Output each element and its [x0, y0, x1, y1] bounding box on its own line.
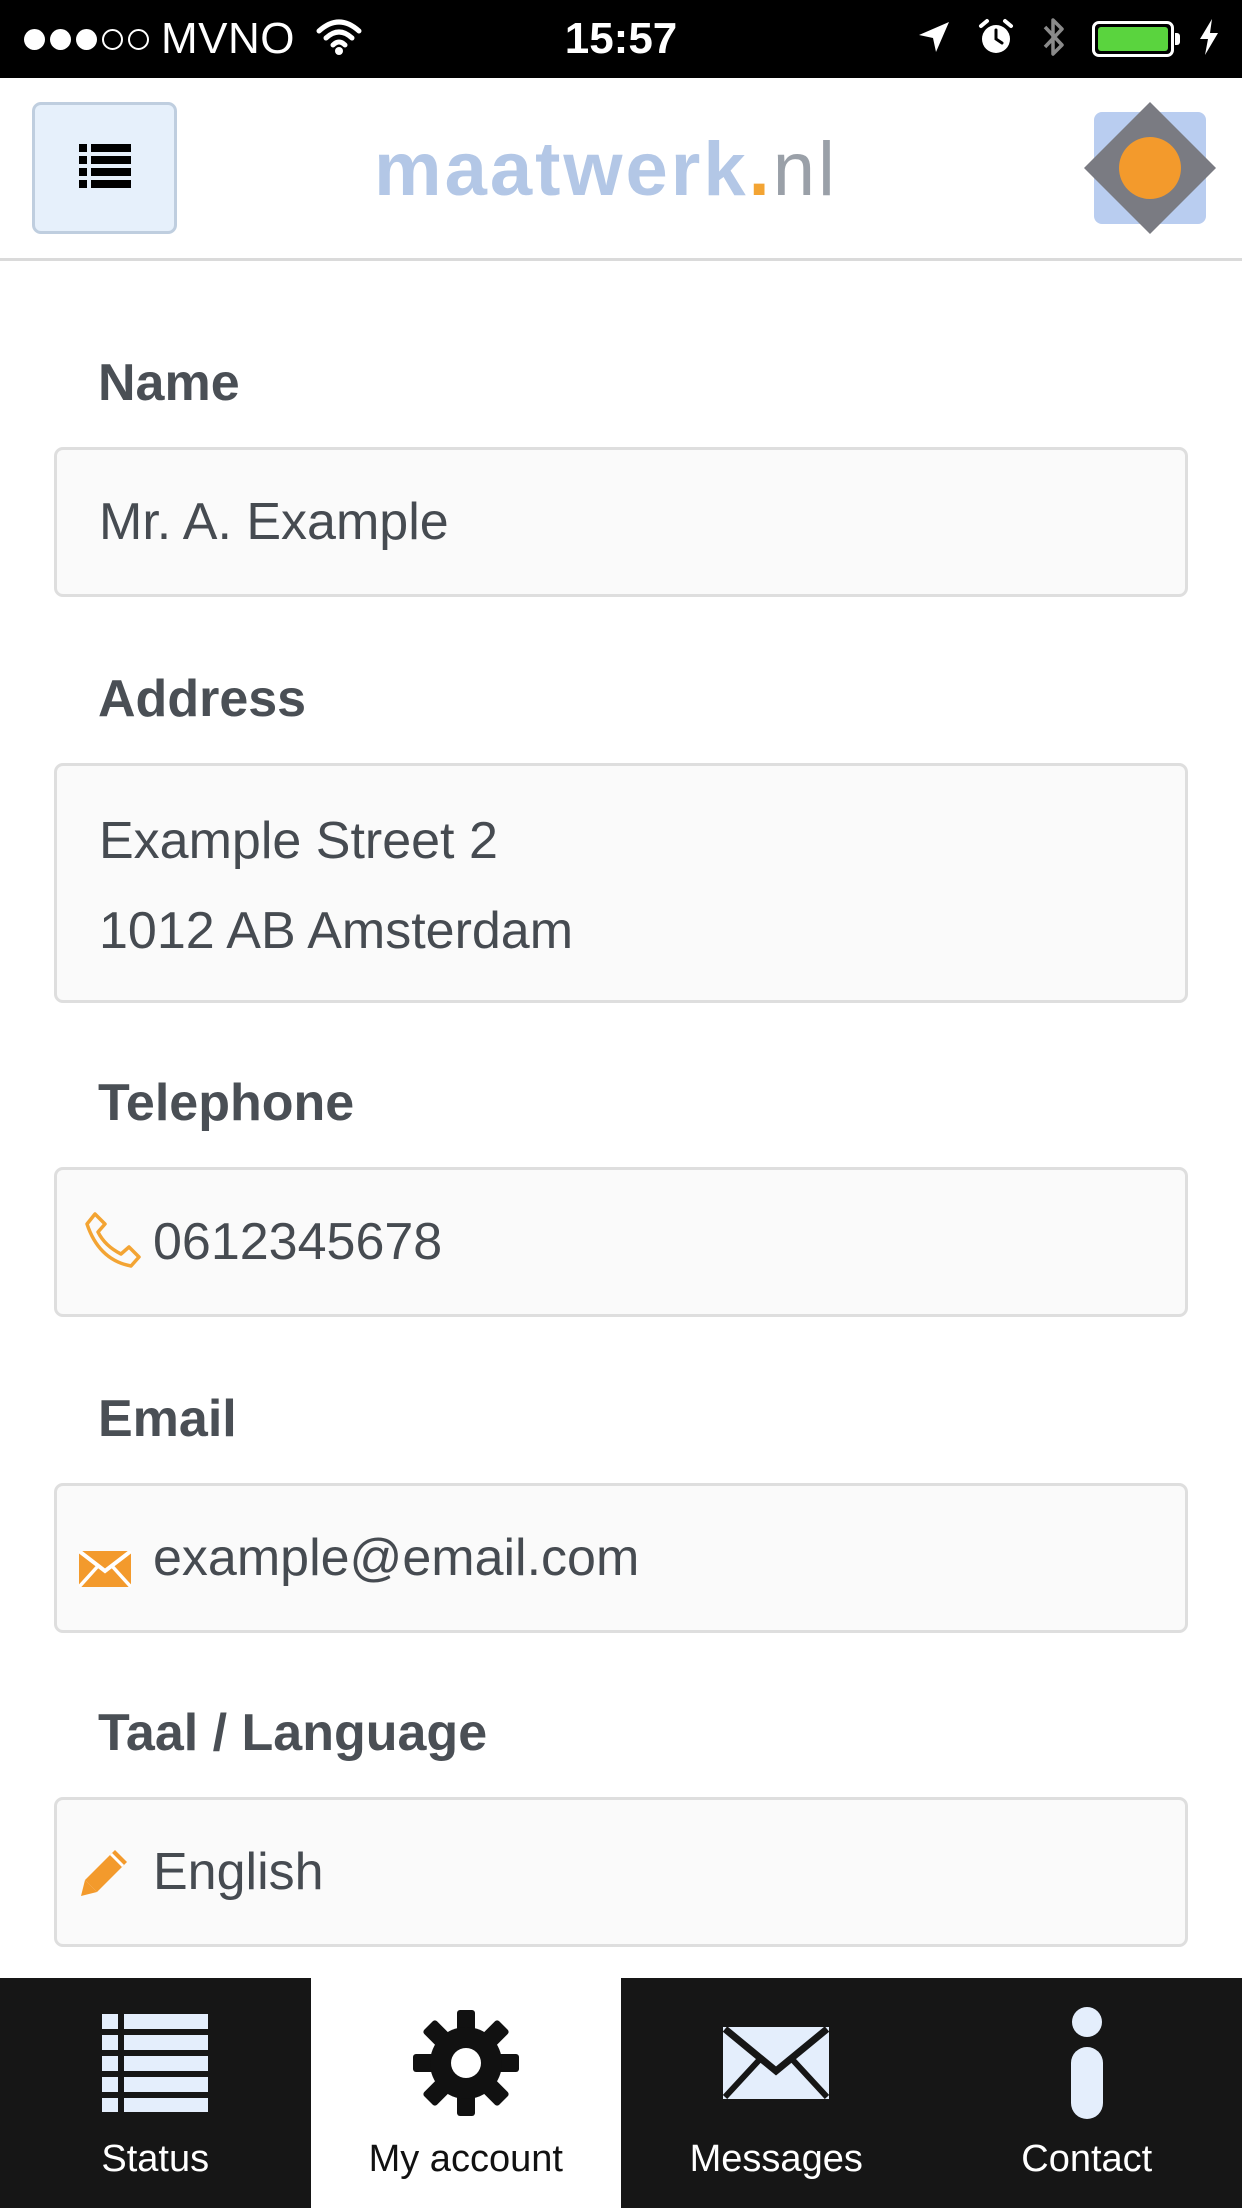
- brand-logo-text: maatwerk.nl: [374, 130, 838, 210]
- battery-icon: [1092, 21, 1180, 57]
- brand-tld: nl: [772, 127, 838, 212]
- signal-dot: [128, 28, 149, 50]
- battery-level: [1098, 27, 1168, 51]
- wifi-icon: [315, 17, 363, 62]
- language-label: Taal / Language: [98, 1704, 488, 1762]
- list-icon: [102, 2014, 209, 2117]
- email-field[interactable]: example@email.com: [54, 1483, 1188, 1633]
- tab-icon-container: [0, 2008, 311, 2123]
- list-icon: [78, 143, 131, 193]
- tab-status[interactable]: Status: [0, 1978, 311, 2208]
- telephone-value: 0612345678: [153, 1213, 443, 1271]
- menu-button[interactable]: [32, 102, 177, 234]
- status-left: MVNO: [24, 0, 363, 78]
- address-label: Address: [98, 670, 307, 728]
- envelope-icon: [77, 1540, 133, 1600]
- tab-label: My account: [368, 2138, 563, 2180]
- status-bar: MVNO 15:57: [0, 0, 1242, 78]
- email-value: example@email.com: [153, 1529, 640, 1587]
- signal-dot: [24, 28, 45, 50]
- tab-label: Contact: [1021, 2138, 1153, 2180]
- brand-name: maatwerk: [374, 127, 749, 212]
- diamond-logo-icon: [1080, 98, 1220, 238]
- signal-dot: [76, 28, 97, 50]
- pencil-icon: [79, 1846, 131, 1911]
- bluetooth-icon: [1040, 14, 1068, 65]
- signal-strength-icon: [24, 28, 149, 50]
- envelope-icon: [723, 2026, 830, 2104]
- tab-label: Status: [101, 2138, 210, 2180]
- charging-bolt-icon: [1198, 18, 1220, 61]
- brand-dot: .: [748, 127, 773, 212]
- name-label: Name: [98, 354, 240, 412]
- address-value: Example Street 2 1012 AB Amsterdam: [99, 796, 573, 976]
- tab-contact[interactable]: Contact: [932, 1978, 1242, 2208]
- info-icon: [1067, 2007, 1107, 2124]
- phone-icon: [79, 1208, 145, 1287]
- name-value: Mr. A. Example: [99, 493, 449, 551]
- telephone-field[interactable]: 0612345678: [54, 1167, 1188, 1317]
- tab-icon-container: [621, 2008, 932, 2123]
- tab-my-account[interactable]: My account: [310, 1978, 622, 2208]
- name-field[interactable]: Mr. A. Example: [54, 447, 1188, 597]
- location-arrow-icon: [916, 19, 952, 60]
- address-field[interactable]: Example Street 2 1012 AB Amsterdam: [54, 763, 1188, 1003]
- signal-dot: [50, 28, 71, 50]
- address-line-2: 1012 AB Amsterdam: [99, 902, 574, 960]
- address-line-1: Example Street 2: [99, 812, 498, 870]
- tab-icon-container: [311, 2008, 622, 2123]
- status-right: [916, 0, 1220, 78]
- email-label: Email: [98, 1390, 237, 1448]
- language-value: English: [153, 1843, 324, 1901]
- tab-label: Messages: [689, 2138, 863, 2180]
- alarm-clock-icon: [976, 17, 1016, 62]
- signal-dot: [102, 28, 123, 50]
- carrier-name: MVNO: [161, 14, 295, 63]
- telephone-label: Telephone: [98, 1074, 355, 1132]
- tab-icon-container: [932, 2007, 1242, 2124]
- language-field[interactable]: English: [54, 1797, 1188, 1947]
- tab-bar: Status My account Messages Contact: [0, 1978, 1242, 2208]
- app-header: maatwerk.nl: [0, 78, 1242, 261]
- tab-messages[interactable]: Messages: [621, 1978, 932, 2208]
- gear-icon: [411, 2008, 521, 2123]
